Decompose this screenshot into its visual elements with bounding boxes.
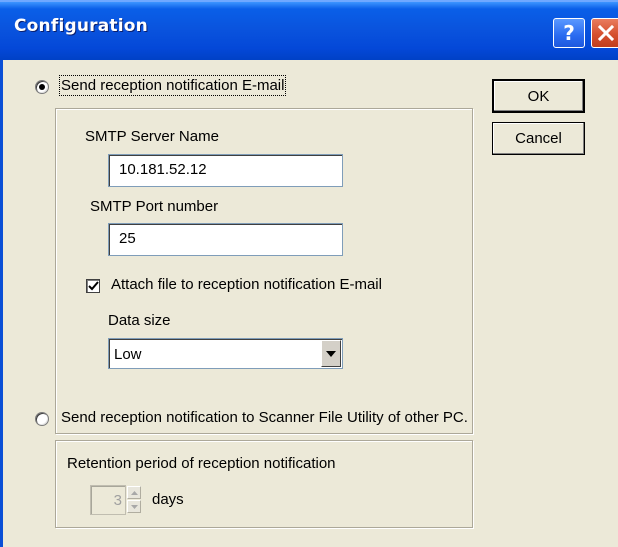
- cancel-button[interactable]: Cancel: [492, 122, 585, 155]
- retention-days-input[interactable]: 3: [90, 485, 126, 515]
- email-settings-group: SMTP Server Name 10.181.52.12 SMTP Port …: [55, 108, 473, 434]
- arrow-up-icon: [130, 490, 138, 495]
- email-option-radio[interactable]: [35, 80, 49, 94]
- smtp-port-label: SMTP Port number: [90, 198, 219, 215]
- attach-file-checkbox[interactable]: [86, 279, 100, 293]
- question-icon: ?: [563, 21, 575, 45]
- window-title: Configuration: [14, 16, 148, 36]
- spin-up-button[interactable]: [127, 486, 141, 499]
- help-button[interactable]: ?: [553, 18, 585, 48]
- dialog-body: Send reception notification E-mail SMTP …: [0, 60, 618, 547]
- configuration-dialog: Configuration ? Send reception notificat…: [0, 0, 618, 547]
- spin-down-button[interactable]: [127, 500, 141, 513]
- retention-label: Retention period of reception notificati…: [67, 455, 336, 472]
- retention-group: Retention period of reception notificati…: [55, 440, 473, 528]
- arrow-down-icon: [130, 504, 138, 509]
- attach-file-label: Attach file to reception notification E-…: [111, 276, 382, 293]
- checkmark-icon: [88, 281, 99, 291]
- ok-button[interactable]: OK: [492, 79, 585, 113]
- smtp-server-input[interactable]: 10.181.52.12: [108, 154, 343, 187]
- data-size-label: Data size: [108, 312, 171, 329]
- data-size-value: Low: [114, 346, 142, 363]
- dropdown-button[interactable]: [321, 340, 341, 367]
- scanner-option-radio[interactable]: [35, 412, 49, 426]
- email-option-label[interactable]: Send reception notification E-mail: [58, 75, 287, 96]
- chevron-down-icon: [326, 350, 336, 357]
- retention-unit: days: [152, 491, 184, 508]
- scanner-option-label: Send reception notification to Scanner F…: [61, 409, 468, 426]
- data-size-select[interactable]: Low: [108, 338, 343, 369]
- smtp-port-input[interactable]: 25: [108, 223, 343, 256]
- smtp-server-label: SMTP Server Name: [85, 128, 219, 145]
- title-bar[interactable]: Configuration ?: [0, 0, 618, 60]
- close-x-icon: [597, 24, 615, 42]
- close-button[interactable]: [591, 18, 618, 48]
